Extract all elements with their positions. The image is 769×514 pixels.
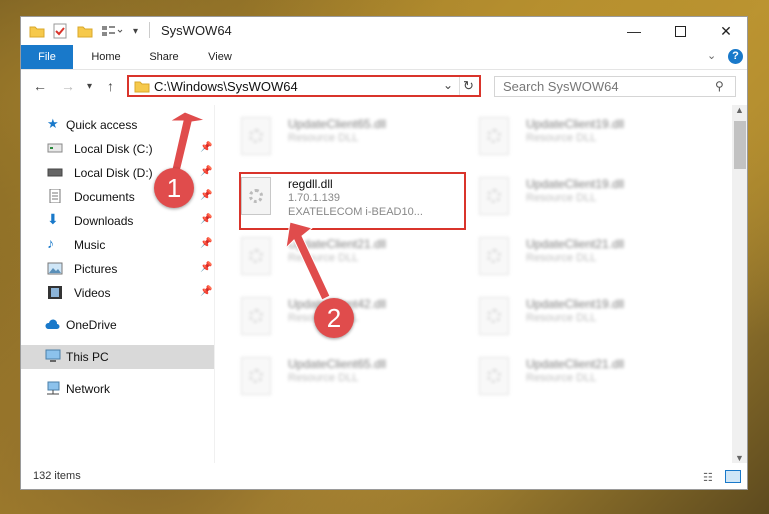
annotation-arrows bbox=[168, 111, 331, 301]
step-badge-1: 1 bbox=[154, 168, 194, 208]
step-badge-2: 2 bbox=[314, 298, 354, 338]
arrow-2 bbox=[285, 221, 331, 301]
